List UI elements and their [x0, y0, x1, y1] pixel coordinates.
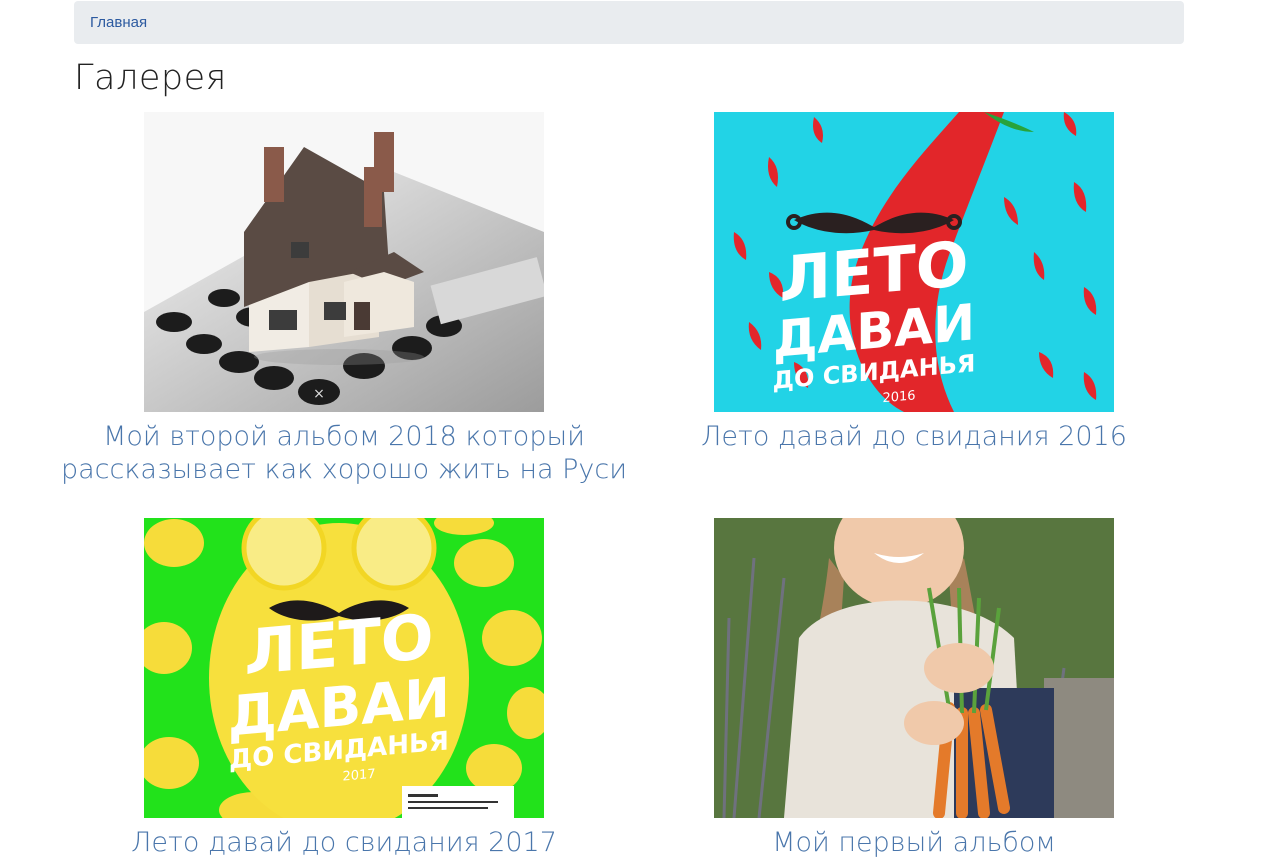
album-title-link[interactable]: Лето давай до свидания 2017: [59, 826, 629, 859]
album-title-link[interactable]: Лето давай до свидания 2016: [629, 420, 1199, 453]
poster-year: 2017: [342, 767, 375, 785]
album-title-link[interactable]: Мой первый альбом: [629, 826, 1199, 859]
breadcrumb: Главная: [74, 1, 1184, 44]
album-card: Мой первый альбом: [629, 518, 1199, 859]
page-title: Галерея: [74, 58, 227, 98]
summer-lemon-poster-image: ЛЕТО ДАВАИ ДО СВИДАНЬЯ 2017: [144, 518, 544, 818]
album-title-link[interactable]: Мой второй альбом 2018 который рассказыв…: [59, 420, 629, 486]
album-card: × Мой второй альбом 2018 который рассказ…: [59, 112, 629, 486]
svg-text:×: ×: [313, 386, 325, 402]
album-thumbnail-house[interactable]: ×: [144, 112, 544, 412]
album-thumbnail-lemon[interactable]: ЛЕТО ДАВАИ ДО СВИДАНЬЯ 2017: [144, 518, 544, 818]
album-thumbnail-pepper[interactable]: ЛЕТО ДАВАИ ДО СВИДАНЬЯ 2016: [714, 112, 1114, 412]
poster-year: 2016: [882, 388, 915, 406]
album-card: ЛЕТО ДАВАИ ДО СВИДАНЬЯ 2016 Лето давай д…: [629, 112, 1199, 453]
summer-pepper-poster-image: ЛЕТО ДАВАИ ДО СВИДАНЬЯ 2016: [714, 112, 1114, 412]
girl-with-carrots-image: [714, 518, 1114, 818]
breadcrumb-home-link[interactable]: Главная: [90, 14, 147, 31]
album-thumbnail-girl[interactable]: [714, 518, 1114, 818]
album-card: ЛЕТО ДАВАИ ДО СВИДАНЬЯ 2017 Лето давай д…: [59, 518, 629, 859]
house-on-calculator-image: ×: [144, 112, 544, 412]
